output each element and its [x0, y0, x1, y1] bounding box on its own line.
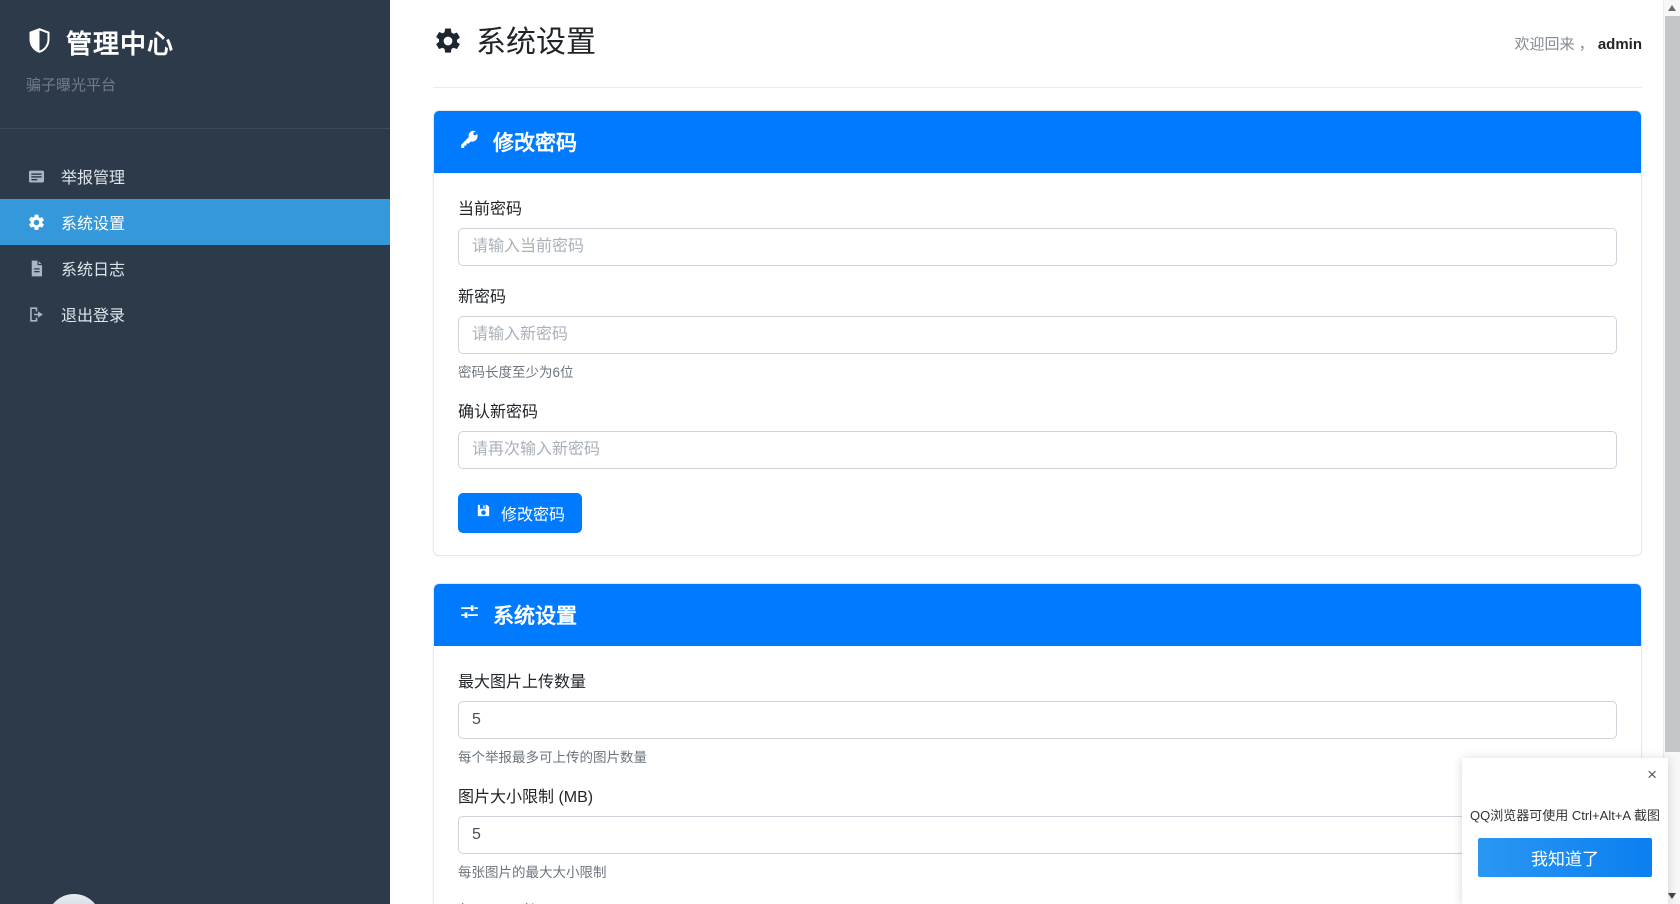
password-card-header: 修改密码: [434, 111, 1641, 173]
save-icon: [475, 502, 492, 524]
confirm-password-group: 确认新密码: [458, 398, 1617, 469]
new-password-input[interactable]: [458, 316, 1617, 354]
sidebar-item-logout[interactable]: 退出登录: [0, 291, 390, 337]
confirm-password-input[interactable]: [458, 431, 1617, 469]
new-password-group: 新密码 密码长度至少为6位: [458, 283, 1617, 381]
close-icon[interactable]: ×: [1647, 766, 1657, 783]
gear-icon: [27, 213, 46, 232]
settings-card-title: 系统设置: [493, 600, 577, 630]
shield-icon: [26, 27, 53, 59]
gear-icon: [433, 26, 463, 61]
file-icon: [27, 259, 46, 278]
sidebar-item-reports[interactable]: 举报管理: [0, 153, 390, 199]
scrollbar-down-arrow-icon[interactable]: [1668, 893, 1676, 899]
current-password-label: 当前密码: [458, 195, 1617, 219]
sidebar-item-logs[interactable]: 系统日志: [0, 245, 390, 291]
scrollbar-thumb[interactable]: [1665, 16, 1680, 752]
toast-confirm-button[interactable]: 我知道了: [1478, 838, 1652, 877]
current-password-input[interactable]: [458, 228, 1617, 266]
welcome-message: 欢迎回来 ， admin: [1514, 33, 1642, 54]
page-title: 系统设置: [476, 25, 596, 61]
change-password-button-label: 修改密码: [501, 501, 565, 525]
image-size-group: 图片大小限制 (MB) 每张图片的最大大小限制: [458, 783, 1617, 881]
change-password-button[interactable]: 修改密码: [458, 493, 582, 533]
sidebar-divider: [0, 128, 390, 129]
sidebar-menu: 举报管理 系统设置 系统日志 退出登录: [0, 153, 390, 337]
page-header: 系统设置 欢迎回来 ， admin: [433, 25, 1642, 88]
max-images-group: 最大图片上传数量 每个举报最多可上传的图片数量: [458, 668, 1617, 766]
sidebar-item-label: 举报管理: [61, 164, 125, 188]
sidebar-item-label: 系统设置: [61, 210, 125, 234]
new-password-help: 密码长度至少为6位: [458, 361, 1617, 381]
key-icon: [459, 129, 480, 156]
brand: 管理中心 骗子曝光平台: [0, 0, 390, 95]
sidebar-item-label: 退出登录: [61, 302, 125, 326]
welcome-prefix: 欢迎回来 ，: [1514, 36, 1593, 53]
toast-message: QQ浏览器可使用 Ctrl+Alt+A 截图: [1462, 805, 1668, 824]
sidebar-item-settings[interactable]: 系统设置: [0, 199, 390, 245]
page-size-group: 每页显示数量: [458, 898, 1617, 904]
sidebar-item-label: 系统日志: [61, 256, 125, 280]
password-card: 修改密码 当前密码 新密码 密码长度至少为6位 确认新密码 修改密码: [433, 110, 1642, 556]
username: admin: [1598, 36, 1642, 53]
brand-title: 管理中心: [66, 24, 174, 61]
password-card-title: 修改密码: [493, 127, 577, 157]
page-size-label: 每页显示数量: [458, 898, 1617, 904]
new-password-label: 新密码: [458, 283, 1617, 307]
max-images-input[interactable]: [458, 701, 1617, 739]
newspaper-icon: [27, 167, 46, 186]
image-size-input[interactable]: [458, 816, 1617, 854]
image-size-help: 每张图片的最大大小限制: [458, 861, 1617, 881]
sliders-icon: [459, 602, 480, 629]
current-password-group: 当前密码: [458, 195, 1617, 266]
brand-subtitle: 骗子曝光平台: [26, 74, 364, 95]
sidebar: 管理中心 骗子曝光平台 举报管理 系统设置 系统日志 退出登: [0, 0, 390, 904]
confirm-password-label: 确认新密码: [458, 398, 1617, 422]
image-size-label: 图片大小限制 (MB): [458, 783, 1617, 807]
settings-card-header: 系统设置: [434, 584, 1641, 646]
max-images-label: 最大图片上传数量: [458, 668, 1617, 692]
max-images-help: 每个举报最多可上传的图片数量: [458, 746, 1617, 766]
signout-icon: [27, 305, 46, 324]
scrollbar-up-arrow-icon[interactable]: [1668, 5, 1676, 11]
settings-card: 系统设置 最大图片上传数量 每个举报最多可上传的图片数量 图片大小限制 (MB)…: [433, 583, 1642, 904]
screenshot-tip-toast: × QQ浏览器可使用 Ctrl+Alt+A 截图 我知道了: [1462, 758, 1668, 904]
